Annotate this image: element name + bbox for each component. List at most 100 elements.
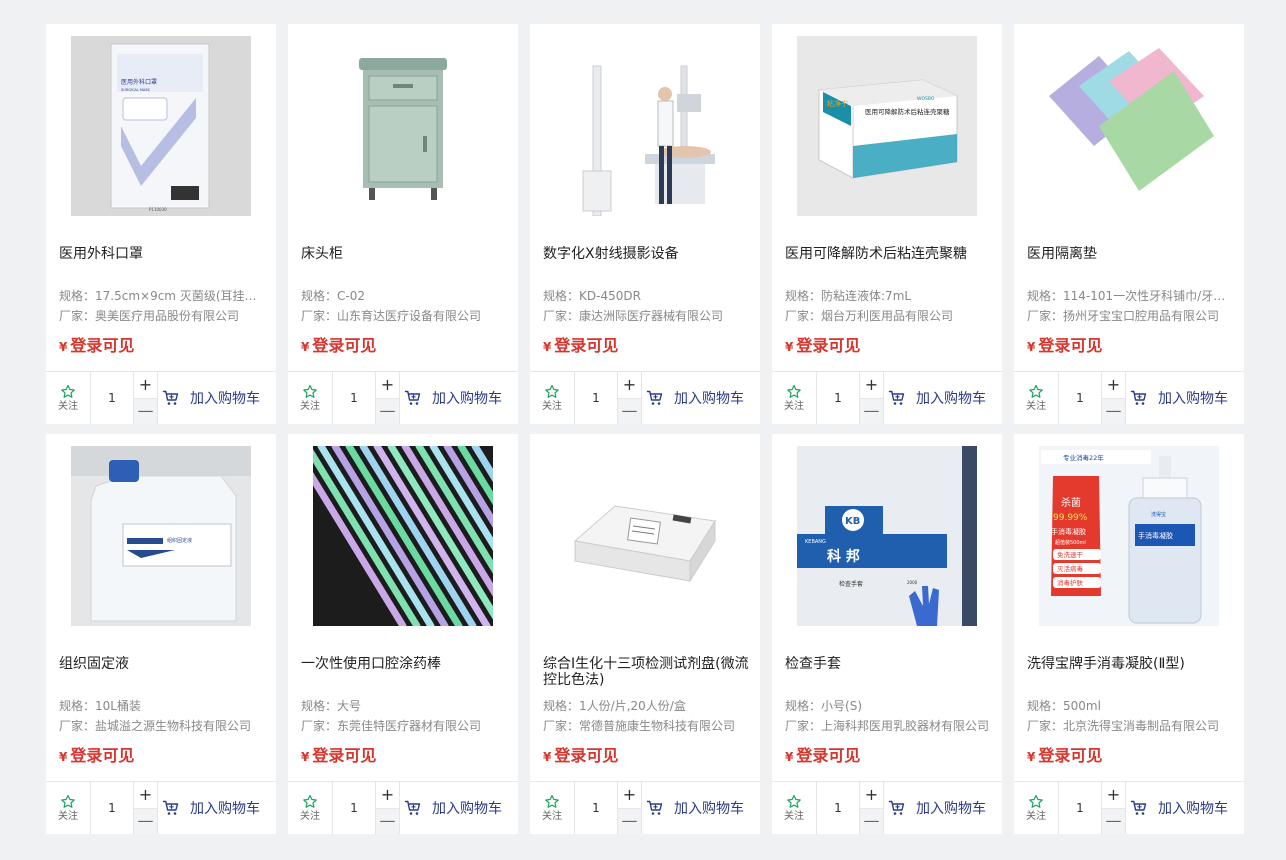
product-name[interactable]: 检查手套 — [785, 656, 991, 672]
product-name[interactable]: 床头柜 — [301, 246, 507, 262]
product-name[interactable]: 数字化X射线摄影设备 — [543, 246, 749, 262]
decrement-button[interactable]: — — [376, 807, 399, 834]
product-card[interactable]: 综合I生化十三项检测试剂盘(微流控比色法) 规格：1人份/片,20人份/盒 厂家… — [530, 434, 760, 834]
quantity-input[interactable]: 1 — [91, 782, 133, 834]
increment-button[interactable]: + — [618, 782, 641, 808]
product-name[interactable]: 医用隔离垫 — [1027, 246, 1233, 262]
product-image[interactable]: KB KEBANG 科 邦 检查手套 2000 — [797, 446, 977, 626]
product-price: ¥ 登录可见 — [301, 336, 376, 357]
product-name[interactable]: 医用可降解防术后粘连壳聚糖 — [785, 246, 991, 262]
decrement-button[interactable]: — — [860, 807, 883, 834]
product-image[interactable]: 粘净宁 医用可降解防术后粘连壳聚糖 WOSBO — [797, 36, 977, 216]
follow-button[interactable]: 关注 — [772, 782, 817, 834]
maker-prefix: 厂家： — [785, 309, 822, 323]
increment-button[interactable]: + — [1102, 372, 1125, 398]
follow-button[interactable]: 关注 — [1014, 372, 1059, 424]
quantity-input[interactable]: 1 — [817, 372, 859, 424]
product-price: ¥ 登录可见 — [59, 746, 134, 767]
increment-button[interactable]: + — [376, 372, 399, 398]
decrement-button[interactable]: — — [134, 807, 157, 834]
product-spec: 规格：C-02 — [301, 288, 507, 304]
add-to-cart-button[interactable]: 加入购物车 — [158, 372, 276, 424]
spec-value: 防粘连液体:7mL — [821, 289, 912, 303]
decrement-button[interactable]: — — [618, 397, 641, 424]
product-card[interactable]: 一次性使用口腔涂药棒 规格：大号 厂家：东莞佳特医疗器材有限公司 ¥ 登录可见 关… — [288, 434, 518, 834]
product-image[interactable]: 医用外科口罩 SURGICAL MASK P110030 — [71, 36, 251, 216]
decrement-button[interactable]: — — [1102, 807, 1125, 834]
svg-text:P110030: P110030 — [149, 207, 167, 212]
quantity-input[interactable]: 1 — [575, 782, 617, 834]
follow-button[interactable]: 关注 — [530, 372, 575, 424]
product-name[interactable]: 一次性使用口腔涂药棒 — [301, 656, 507, 672]
add-to-cart-button[interactable]: 加入购物车 — [642, 782, 760, 834]
isolation-pad-image — [1039, 36, 1219, 216]
card-actions: 关注 1 + — 加入购物车 — [772, 781, 1002, 834]
product-image[interactable] — [555, 446, 735, 626]
product-card[interactable]: 医用外科口罩 SURGICAL MASK P110030 医用外科口罩 规格：1… — [46, 24, 276, 424]
product-image[interactable] — [1039, 36, 1219, 216]
product-image[interactable] — [313, 36, 493, 216]
maker-prefix: 厂家： — [301, 309, 338, 323]
add-to-cart-button[interactable]: 加入购物车 — [158, 782, 276, 834]
product-image[interactable]: 专业消毒22年 杀菌 99.99% 手消毒凝胶 超值装500ml 免洗速干 灭活… — [1039, 446, 1219, 626]
decrement-button[interactable]: — — [860, 397, 883, 424]
cart-icon — [888, 390, 905, 405]
product-name[interactable]: 组织固定液 — [59, 656, 265, 672]
product-name[interactable]: 综合I生化十三项检测试剂盘(微流控比色法) — [543, 656, 749, 688]
increment-button[interactable]: + — [134, 782, 157, 808]
add-to-cart-button[interactable]: 加入购物车 — [884, 372, 1002, 424]
product-card[interactable]: 床头柜 规格：C-02 厂家：山东育达医疗设备有限公司 ¥ 登录可见 关注 1 +… — [288, 24, 518, 424]
quantity-input[interactable]: 1 — [333, 782, 375, 834]
decrement-button[interactable]: — — [618, 807, 641, 834]
follow-button[interactable]: 关注 — [288, 372, 333, 424]
follow-button[interactable]: 关注 — [46, 782, 91, 834]
quantity-input[interactable]: 1 — [575, 372, 617, 424]
add-to-cart-label: 加入购物车 — [432, 391, 502, 407]
add-to-cart-button[interactable]: 加入购物车 — [1126, 782, 1244, 834]
add-to-cart-button[interactable]: 加入购物车 — [400, 782, 518, 834]
spec-prefix: 规格： — [59, 699, 96, 713]
follow-button[interactable]: 关注 — [772, 372, 817, 424]
gloves-box-image: KB KEBANG 科 邦 检查手套 2000 — [797, 446, 977, 626]
quantity-input[interactable]: 1 — [1059, 782, 1101, 834]
product-image[interactable] — [313, 446, 493, 626]
product-card[interactable]: 粘净宁 医用可降解防术后粘连壳聚糖 WOSBO 医用可降解防术后粘连壳聚糖 规格… — [772, 24, 1002, 424]
increment-button[interactable]: + — [860, 372, 883, 398]
add-to-cart-button[interactable]: 加入购物车 — [884, 782, 1002, 834]
increment-button[interactable]: + — [860, 782, 883, 808]
quantity-input[interactable]: 1 — [1059, 372, 1101, 424]
follow-button[interactable]: 关注 — [288, 782, 333, 834]
increment-button[interactable]: + — [618, 372, 641, 398]
product-image[interactable]: 组织固定液 — [71, 446, 251, 626]
add-to-cart-button[interactable]: 加入购物车 — [1126, 372, 1244, 424]
product-card[interactable]: 组织固定液 组织固定液 规格：10L桶装 厂家：盐城溢之源生物科技有限公司 ¥ 登… — [46, 434, 276, 834]
product-card[interactable]: 数字化X射线摄影设备 规格：KD-450DR 厂家：康达洲际医疗器械有限公司 ¥… — [530, 24, 760, 424]
decrement-button[interactable]: — — [134, 397, 157, 424]
quantity-input[interactable]: 1 — [817, 782, 859, 834]
product-card[interactable]: 专业消毒22年 杀菌 99.99% 手消毒凝胶 超值装500ml 免洗速干 灭活… — [1014, 434, 1244, 834]
product-image[interactable] — [555, 36, 735, 216]
product-card[interactable]: KB KEBANG 科 邦 检查手套 2000 检查手套 规格：小号(S) 厂家… — [772, 434, 1002, 834]
cart-icon — [888, 800, 905, 815]
increment-button[interactable]: + — [134, 372, 157, 398]
product-card[interactable]: 医用隔离垫 规格：114-101一次性牙科铺巾/牙科... 厂家：扬州牙宝宝口腔… — [1014, 24, 1244, 424]
follow-button[interactable]: 关注 — [46, 372, 91, 424]
follow-button[interactable]: 关注 — [1014, 782, 1059, 834]
increment-button[interactable]: + — [376, 782, 399, 808]
decrement-button[interactable]: — — [1102, 397, 1125, 424]
add-to-cart-button[interactable]: 加入购物车 — [642, 372, 760, 424]
product-name[interactable]: 洗得宝牌手消毒凝胶(Ⅱ型) — [1027, 656, 1233, 672]
product-name[interactable]: 医用外科口罩 — [59, 246, 265, 262]
currency-symbol: ¥ — [301, 750, 310, 764]
quantity-input[interactable]: 1 — [333, 372, 375, 424]
decrement-button[interactable]: — — [376, 397, 399, 424]
cart-icon — [162, 390, 179, 405]
follow-button[interactable]: 关注 — [530, 782, 575, 834]
increment-button[interactable]: + — [1102, 782, 1125, 808]
product-price: ¥ 登录可见 — [59, 336, 134, 357]
product-price: ¥ 登录可见 — [543, 336, 618, 357]
spec-value: 大号 — [337, 699, 362, 713]
add-to-cart-button[interactable]: 加入购物车 — [400, 372, 518, 424]
currency-symbol: ¥ — [1027, 750, 1036, 764]
quantity-input[interactable]: 1 — [91, 372, 133, 424]
